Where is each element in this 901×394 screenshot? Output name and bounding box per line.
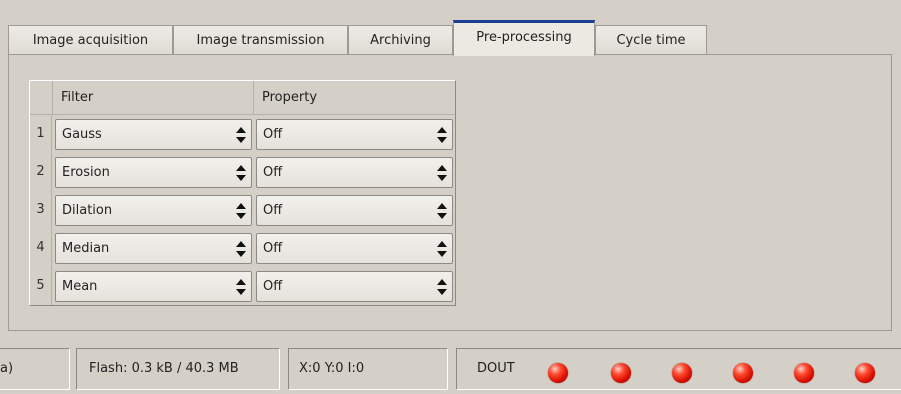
filter-select[interactable]: Mean: [55, 271, 252, 302]
status-left-fragment: a): [0, 348, 70, 390]
up-down-arrows-icon: [437, 165, 447, 181]
tab-pre-processing[interactable]: Pre-processing: [453, 20, 595, 56]
filter-value: Median: [62, 241, 110, 256]
tab-image-acquisition[interactable]: Image acquisition: [8, 25, 173, 55]
up-down-arrows-icon: [437, 203, 447, 219]
property-value: Off: [263, 241, 283, 256]
property-value: Off: [263, 127, 283, 142]
property-select[interactable]: Off: [256, 195, 453, 226]
tab-bar: Image acquisition Image transmission Arc…: [8, 20, 901, 56]
dout-led-3: [672, 363, 692, 383]
column-header-filter: Filter: [53, 81, 254, 114]
property-select[interactable]: Off: [256, 271, 453, 302]
filter-select[interactable]: Gauss: [55, 119, 252, 150]
table-row: 3 Dilation Off: [30, 191, 455, 229]
table-row: 4 Median Off: [30, 229, 455, 267]
filter-value: Erosion: [62, 165, 110, 180]
up-down-arrows-icon: [236, 241, 246, 257]
status-bar: a) Flash: 0.3 kB / 40.3 MB X:0 Y:0 I:0 D…: [0, 346, 901, 394]
dout-label: DOUT: [477, 361, 515, 376]
filter-select[interactable]: Dilation: [55, 195, 252, 226]
pixel-coordinates: X:0 Y:0 I:0: [288, 348, 448, 390]
up-down-arrows-icon: [236, 203, 246, 219]
property-value: Off: [263, 203, 283, 218]
dout-led-2: [611, 363, 631, 383]
property-select[interactable]: Off: [256, 119, 453, 150]
row-number: 3: [30, 191, 52, 229]
up-down-arrows-icon: [236, 165, 246, 181]
dout-led-5: [794, 363, 814, 383]
row-number: 1: [30, 115, 52, 153]
table-row: 1 Gauss Off: [30, 115, 455, 153]
flash-usage: Flash: 0.3 kB / 40.3 MB: [76, 348, 280, 390]
up-down-arrows-icon: [437, 279, 447, 295]
up-down-arrows-icon: [437, 241, 447, 257]
dout-led-6: [855, 363, 875, 383]
filter-value: Dilation: [62, 203, 113, 218]
up-down-arrows-icon: [437, 127, 447, 143]
table-header: Filter Property: [30, 81, 455, 115]
table-row: 2 Erosion Off: [30, 153, 455, 191]
row-number: 2: [30, 153, 52, 191]
property-value: Off: [263, 279, 283, 294]
up-down-arrows-icon: [236, 279, 246, 295]
tab-image-transmission[interactable]: Image transmission: [173, 25, 348, 55]
property-select[interactable]: Off: [256, 233, 453, 264]
tab-cycle-time[interactable]: Cycle time: [595, 25, 707, 55]
property-value: Off: [263, 165, 283, 180]
table-corner: [30, 81, 53, 114]
column-header-property: Property: [262, 90, 318, 105]
dout-panel: DOUT: [456, 348, 901, 390]
filter-value: Mean: [62, 279, 98, 294]
tab-archiving[interactable]: Archiving: [348, 25, 453, 55]
filter-select[interactable]: Erosion: [55, 157, 252, 188]
dout-led-1: [548, 363, 568, 383]
filter-table: Filter Property 1 Gauss Off 2 Erosion Of…: [29, 80, 456, 306]
filter-select[interactable]: Median: [55, 233, 252, 264]
row-number: 4: [30, 229, 52, 267]
property-select[interactable]: Off: [256, 157, 453, 188]
table-row: 5 Mean Off: [30, 267, 455, 305]
pre-processing-panel: Filter Property 1 Gauss Off 2 Erosion Of…: [8, 54, 892, 331]
up-down-arrows-icon: [236, 127, 246, 143]
row-number: 5: [30, 267, 52, 305]
filter-value: Gauss: [62, 127, 102, 142]
dout-led-4: [733, 363, 753, 383]
